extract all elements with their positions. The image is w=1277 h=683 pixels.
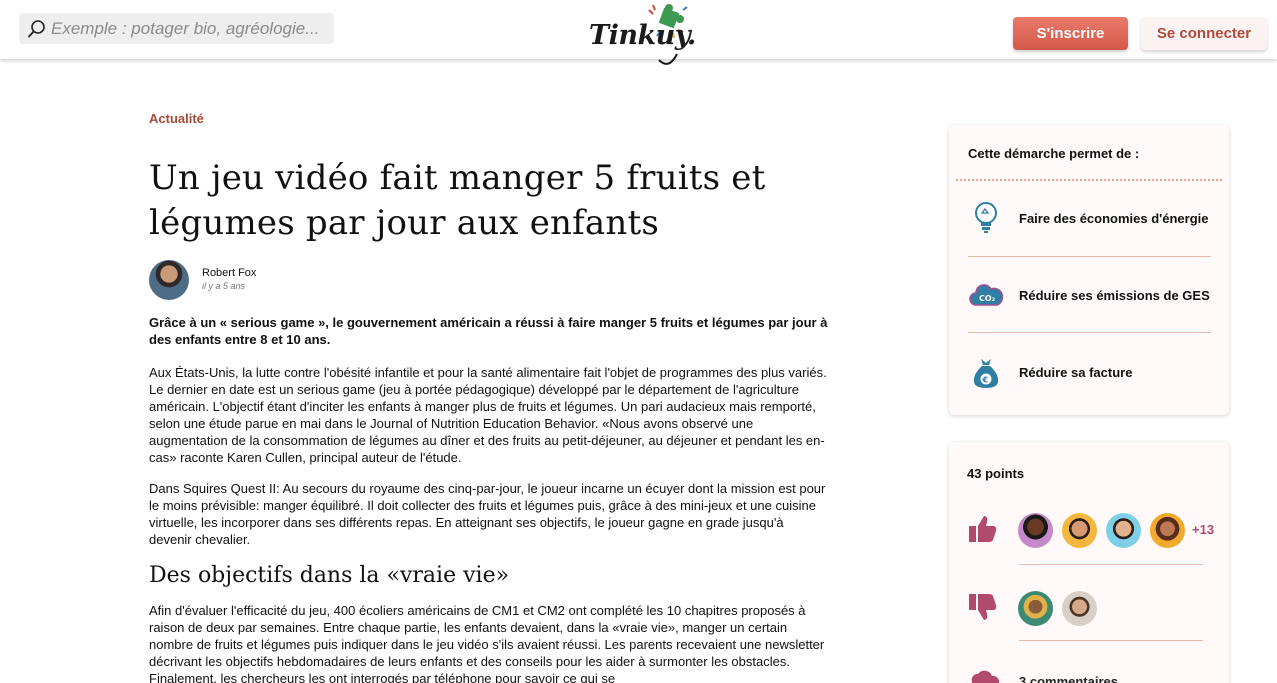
voter-avatar[interactable]: [1106, 513, 1141, 548]
voter-avatar[interactable]: [1062, 513, 1097, 548]
benefit-energy: Faire des économies d'énergie: [968, 188, 1211, 248]
money-bag-icon: €: [968, 354, 1004, 390]
search-icon: [28, 19, 45, 37]
divider: [1019, 564, 1203, 565]
points-count: 43 points: [967, 466, 1025, 481]
lightbulb-icon: [968, 200, 1004, 236]
search-input[interactable]: [51, 18, 331, 39]
divider: [956, 179, 1222, 181]
co2-cloud-icon: CO₂: [968, 277, 1004, 313]
divider: [1019, 640, 1203, 641]
article-category[interactable]: Actualité: [149, 111, 204, 126]
thumbs-down-icon[interactable]: [966, 590, 1000, 624]
more-voters-count[interactable]: +13: [1192, 522, 1214, 537]
svg-text:€: €: [982, 376, 989, 385]
tinkuy-logo[interactable]: Tinkuy.: [587, 2, 696, 70]
logo-text: Tinkuy.: [589, 20, 696, 51]
benefits-heading: Cette démarche permet de :: [968, 146, 1140, 161]
signup-button[interactable]: S'inscrire: [1013, 17, 1128, 50]
top-header: Tinkuy. S'inscrire Se connecter: [0, 0, 1277, 65]
login-button[interactable]: Se connecter: [1141, 17, 1267, 50]
benefit-label: Réduire ses émissions de GES: [1019, 287, 1210, 303]
author-avatar[interactable]: [149, 260, 189, 300]
divider: [968, 332, 1211, 333]
benefit-invoice: € Réduire sa facture: [968, 342, 1211, 402]
voter-avatar[interactable]: [1062, 591, 1097, 626]
article-paragraph: Dans Squires Quest II: Au secours du roy…: [149, 481, 826, 547]
thumbs-up-icon[interactable]: [966, 512, 1000, 546]
comments-count[interactable]: 3 commentaires: [1019, 674, 1118, 683]
divider: [968, 256, 1211, 257]
article-lead: Grâce à un « serious game », le gouverne…: [149, 315, 828, 347]
votes-card: 43 points +13 3 commentaires: [949, 442, 1229, 683]
author-name[interactable]: Robert Fox: [202, 267, 256, 279]
voter-avatar[interactable]: [1018, 513, 1053, 548]
article-subheading: Des objectifs dans la «vraie vie»: [149, 563, 510, 588]
article-body: Grâce à un « serious game », le gouverne…: [149, 314, 829, 683]
search-bar[interactable]: [19, 13, 334, 44]
voter-avatar[interactable]: [1150, 513, 1185, 548]
svg-text:CO₂: CO₂: [979, 294, 996, 303]
benefit-label: Faire des économies d'énergie: [1019, 210, 1209, 226]
publish-date: il y a 5 ans: [202, 281, 246, 291]
comment-cloud-icon[interactable]: [966, 666, 1000, 683]
article-title: Un jeu vidéo fait manger 5 fruits et lég…: [149, 158, 766, 243]
benefits-card: Cette démarche permet de : Faire des éco…: [949, 125, 1229, 415]
article-paragraph: Afin d'évaluer l'efficacité du jeu, 400 …: [149, 603, 825, 683]
benefit-ges: CO₂ Réduire ses émissions de GES: [968, 265, 1211, 325]
voter-avatar[interactable]: [1018, 591, 1053, 626]
benefit-label: Réduire sa facture: [1019, 364, 1133, 380]
article-paragraph: Aux États-Unis, la lutte contre l'obésit…: [149, 365, 827, 465]
